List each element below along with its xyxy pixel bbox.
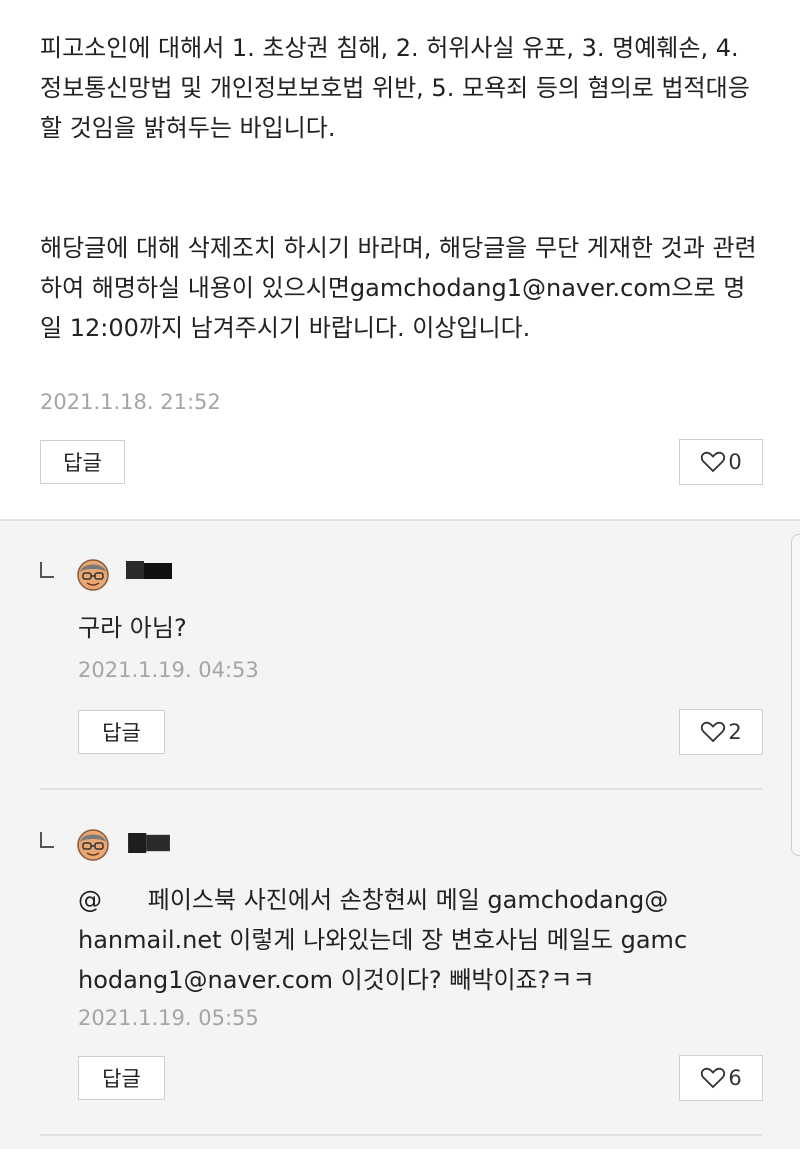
main-comment-paragraph-2: 해당글에 대해 삭제조치 하시기 바라며, 해당글을 무단 게재한 것과 관련하…	[40, 234, 757, 342]
reply-1-text: 구라 아님?	[78, 614, 187, 642]
reply-2-timestamp: 2021.1.19. 05:55	[78, 1006, 259, 1030]
reply-2-text-line-3: hodang1@naver.com 이것이다? 빼박이죠?ㅋㅋ	[78, 966, 595, 994]
like-count: 2	[728, 720, 742, 744]
like-button[interactable]: 2	[679, 709, 763, 755]
like-button[interactable]: 0	[679, 439, 763, 485]
reply-corner-icon	[40, 562, 54, 578]
heart-outline-icon	[701, 451, 726, 473]
reply-button[interactable]: 답글	[78, 710, 165, 754]
reply-button[interactable]: 답글	[40, 440, 125, 484]
default-avatar-icon	[77, 559, 109, 591]
divider	[40, 788, 762, 790]
like-count: 0	[728, 450, 742, 474]
redacted-username	[126, 561, 172, 579]
reply-2-text-line-1: @ 페이스북 사진에서 손창현씨 메일 gamchodang@	[78, 886, 669, 914]
like-button[interactable]: 6	[679, 1055, 763, 1101]
divider	[40, 1134, 762, 1136]
main-comment-text: 피고소인에 대해서 1. 초상권 침해, 2. 허위사실 유포, 3. 명예훼손…	[40, 28, 765, 348]
reply-2-text-line-2: hanmail.net 이렇게 나와있는데 장 변호사님 메일도 gamc	[78, 926, 688, 954]
main-comment-paragraph-1: 피고소인에 대해서 1. 초상권 침해, 2. 허위사실 유포, 3. 명예훼손…	[40, 34, 750, 142]
heart-outline-icon	[701, 1067, 726, 1089]
reply-1-timestamp: 2021.1.19. 04:53	[78, 658, 259, 682]
scrollbar[interactable]	[791, 534, 800, 856]
redacted-username	[128, 833, 170, 853]
reply-corner-icon	[40, 832, 54, 848]
main-comment: 피고소인에 대해서 1. 초상권 침해, 2. 허위사실 유포, 3. 명예훼손…	[0, 0, 800, 521]
reply-2-text: @ 페이스북 사진에서 손창현씨 메일 gamchodang@ hanmail.…	[78, 880, 768, 1000]
heart-outline-icon	[701, 721, 726, 743]
like-count: 6	[728, 1066, 742, 1090]
default-avatar-icon	[77, 829, 109, 861]
reply-button[interactable]: 답글	[78, 1056, 165, 1100]
main-comment-timestamp: 2021.1.18. 21:52	[40, 390, 221, 414]
